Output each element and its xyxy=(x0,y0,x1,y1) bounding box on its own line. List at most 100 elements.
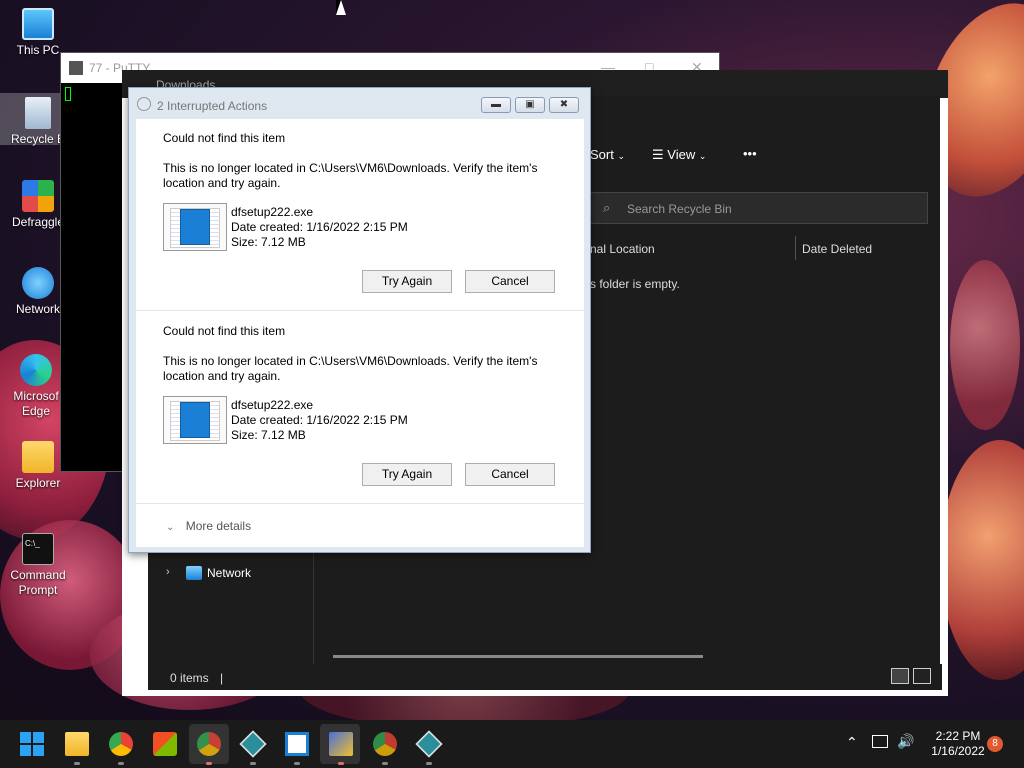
app-hex-icon[interactable] xyxy=(415,730,443,758)
desktop-icon-label: Microsof Edge xyxy=(13,389,59,418)
try-again-button[interactable]: Try Again xyxy=(362,463,452,486)
windows-logo-tile xyxy=(20,732,31,743)
sort-button[interactable]: Sort ⌄ xyxy=(590,147,625,162)
column-divider[interactable] xyxy=(795,236,796,260)
dialog-body: Could not find this item This is no long… xyxy=(136,119,584,547)
edge-icon xyxy=(20,354,52,386)
chrome-icon[interactable] xyxy=(197,732,221,756)
running-indicator xyxy=(338,762,344,765)
tiles-view-icon[interactable] xyxy=(913,668,931,684)
desktop-icon-this-pc[interactable]: This PC xyxy=(0,8,76,58)
search-input[interactable]: ⌕ Search Recycle Bin xyxy=(590,192,928,224)
desktop-icon-label: This PC xyxy=(16,43,60,57)
item-count: 0 items xyxy=(170,671,209,685)
app-hex-icon[interactable] xyxy=(239,730,267,758)
file-name: dfsetup222.exe xyxy=(231,398,314,412)
minimize-icon[interactable]: ▬ xyxy=(481,97,511,113)
taskbar-clock[interactable]: 2:22 PM 1/16/2022 xyxy=(922,729,994,759)
view-label: View xyxy=(667,147,696,162)
dialog-titlebar[interactable]: 2 Interrupted Actions ▬ ▣ ✖ xyxy=(129,88,590,120)
file-size: Size: 7.12 MB xyxy=(231,428,306,442)
nav-item-network[interactable]: Network xyxy=(207,566,251,580)
wallpaper-shape xyxy=(950,260,1020,430)
running-indicator xyxy=(382,762,388,765)
network-icon xyxy=(22,267,54,299)
column-date-deleted[interactable]: Date Deleted xyxy=(802,242,872,256)
status-bar: 0 items | xyxy=(156,664,942,690)
notification-badge[interactable]: 8 xyxy=(987,736,1003,752)
divider xyxy=(136,310,584,311)
chevron-down-icon: ⌄ xyxy=(617,151,626,161)
chevron-down-icon: ⌄ xyxy=(698,151,707,161)
chrome-icon[interactable] xyxy=(109,732,133,756)
desktop-icon-label: Recycle B xyxy=(10,132,66,146)
defraggler-icon xyxy=(22,180,54,212)
more-options-button[interactable]: ••• xyxy=(743,146,757,161)
close-icon[interactable]: ✖ xyxy=(549,97,579,113)
desktop-icon-command-prompt[interactable]: C:\_ Command Prompt xyxy=(0,533,76,598)
more-options-icon: ••• xyxy=(743,146,757,161)
try-again-button[interactable]: Try Again xyxy=(362,270,452,293)
monitor-icon xyxy=(22,8,54,40)
network-icon xyxy=(186,566,202,580)
empty-folder-message: s folder is empty. xyxy=(590,277,680,291)
network-tray-icon[interactable] xyxy=(872,735,888,748)
item-heading: Could not find this item xyxy=(163,131,286,145)
running-indicator xyxy=(250,762,256,765)
clock-icon xyxy=(137,97,151,111)
item-message: This is no longer located in C:\Users\VM… xyxy=(163,354,538,383)
file-thumbnail xyxy=(163,203,227,251)
clock-date: 1/16/2022 xyxy=(931,744,985,758)
file-size: Size: 7.12 MB xyxy=(231,235,306,249)
desktop-icon-label: Defraggle xyxy=(11,215,65,229)
running-indicator xyxy=(118,762,124,765)
file-meta: dfsetup222.exe Date created: 1/16/2022 2… xyxy=(231,398,408,443)
desktop-icon-label: Network xyxy=(15,302,60,316)
putty-icon xyxy=(69,61,83,75)
item-message: This is no longer located in C:\Users\VM… xyxy=(163,161,538,190)
chevron-up-icon[interactable]: ⌃ xyxy=(846,734,858,751)
window-app-icon[interactable] xyxy=(285,732,309,756)
view-button[interactable]: ☰ View ⌄ xyxy=(652,147,706,163)
navigation-pane: › Network xyxy=(156,552,314,664)
desktop-icon-label: Explorer xyxy=(15,476,61,490)
chrome-icon[interactable] xyxy=(373,732,397,756)
file-date: Date created: 1/16/2022 2:15 PM xyxy=(231,413,408,427)
chevron-down-icon: ⌄ xyxy=(166,522,175,533)
horizontal-scrollbar[interactable] xyxy=(333,655,703,658)
cmd-icon: C:\_ xyxy=(22,533,54,565)
windows-logo-tile xyxy=(33,732,44,743)
maximize-icon[interactable]: ▣ xyxy=(515,97,545,113)
file-explorer-taskbar-icon[interactable] xyxy=(65,732,89,756)
status-divider: | xyxy=(220,671,224,685)
details-view-icon[interactable] xyxy=(891,668,909,684)
terminal-cursor xyxy=(65,87,71,101)
file-meta: dfsetup222.exe Date created: 1/16/2022 2… xyxy=(231,205,408,250)
more-details-toggle[interactable]: ⌄ More details xyxy=(166,519,251,533)
sort-label: Sort xyxy=(590,147,614,162)
running-indicator xyxy=(74,762,80,765)
volume-icon[interactable]: 🔊 xyxy=(897,733,914,750)
file-preview-icon xyxy=(180,209,210,245)
item-heading: Could not find this item xyxy=(163,324,286,338)
store-icon[interactable] xyxy=(153,732,177,756)
file-date: Date created: 1/16/2022 2:15 PM xyxy=(231,220,408,234)
start-button[interactable] xyxy=(20,732,44,756)
chevron-right-icon[interactable]: › xyxy=(166,566,170,578)
divider xyxy=(136,503,584,504)
recycle-bin-icon xyxy=(25,97,51,129)
search-icon: ⌕ xyxy=(603,200,611,215)
column-original-location[interactable]: nal Location xyxy=(590,242,655,256)
more-details-label: More details xyxy=(185,519,252,533)
windows-logo-tile xyxy=(33,745,44,756)
search-placeholder: Search Recycle Bin xyxy=(627,202,732,216)
putty-icon[interactable] xyxy=(329,732,353,756)
running-indicator xyxy=(294,762,300,765)
running-indicator xyxy=(206,762,212,765)
running-indicator xyxy=(426,762,432,765)
interrupted-actions-dialog[interactable]: 2 Interrupted Actions ▬ ▣ ✖ Could not fi… xyxy=(128,87,591,553)
dialog-title: 2 Interrupted Actions xyxy=(157,99,268,113)
taskbar: ⌃ 🔊 xyxy=(0,720,1024,768)
cancel-button[interactable]: Cancel xyxy=(465,463,555,486)
cancel-button[interactable]: Cancel xyxy=(465,270,555,293)
